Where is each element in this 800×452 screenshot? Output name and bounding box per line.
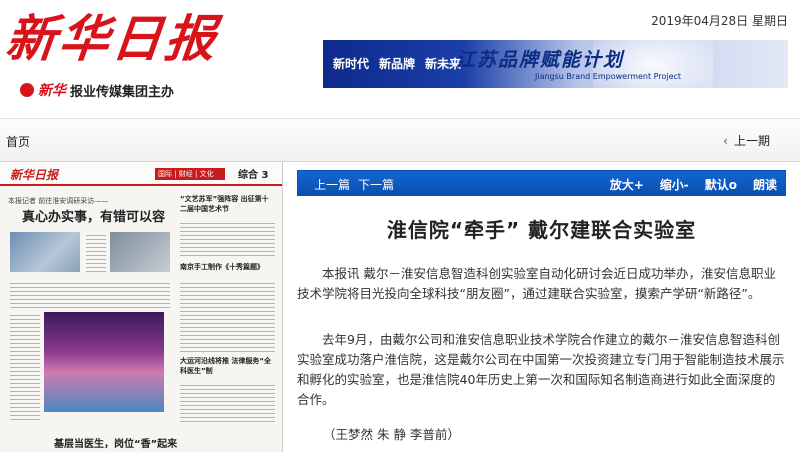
reading-tools: 放大+ 缩小- 默认o 朗读 [610,176,777,193]
nav-bar: 首页 ‹ 上一期 [0,118,800,162]
publisher-badge-icon [20,83,34,97]
banner-slogan-2: 新品牌 [379,57,416,71]
page-photo-3 [110,232,170,272]
text-column [86,232,106,272]
article-paragraph-1: 本报讯 戴尔－淮安信息智造科创实验室自动化研讨会近日成功举办，淮安信息职业技术学… [297,266,776,301]
page-kicker: 本报记者 前往淮安调研采访—— [8,197,109,205]
page-title-b[interactable]: 南京手工制作《十秀篇题》 [180,262,275,272]
publisher-mark: 新华 [38,83,66,99]
zoom-out-button[interactable]: 缩小- [660,176,689,193]
page-logo: 新华日报 [10,168,59,182]
text-column [180,382,275,422]
home-link[interactable]: 首页 [6,133,30,150]
banner-english: Jiangsu Brand Empowerment Project [535,72,682,81]
prev-issue-label: 上一期 [733,134,770,148]
banner-slogans: 新时代 新品牌 新未来 [333,55,461,72]
brand-banner[interactable]: 新时代 新品牌 新未来 江苏品牌赋能计划 Jiangsu Brand Empow… [323,40,788,88]
text-column [180,280,275,352]
newspaper-logo[interactable]: 新华日报 [2,4,221,74]
article-toolbar: 上一篇 下一篇 放大+ 缩小- 默认o 朗读 [297,170,786,196]
page-section-tag: 国际 | 财经 | 文化 [155,168,225,180]
article-panel: 上一篇 下一篇 放大+ 缩小- 默认o 朗读 淮信院“牵手” 戴尔建联合实验室 … [283,162,800,452]
article-paragraph-2: 去年9月，由戴尔公司和淮安信息职业技术学院合作建立的戴尔－淮安信息智造科创实验室… [297,332,785,407]
text-column [10,280,170,308]
article-title: 淮信院“牵手” 戴尔建联合实验室 [386,218,697,242]
page-bottom-headline[interactable]: 基层当医生，岗位“香”起来 [54,435,177,450]
article-byline: （王梦然 朱 静 李普前） [323,427,460,442]
page-header: 新华日报 国际 | 财经 | 文化 综合 3 [0,162,282,186]
page-headline[interactable]: 真心办实事，有错可以容 [22,206,165,225]
zoom-in-button[interactable]: 放大+ [610,176,644,193]
chevron-left-icon: ‹ [723,133,728,148]
text-column [10,312,40,422]
site-header: 新华日报 新华 报业传媒集团主办 2019年04月28日 星期日 新时代 新品牌… [0,0,800,118]
page-photo-2 [44,312,164,412]
page-number: 综合 3 [238,170,269,181]
article-nav: 上一篇 下一篇 [314,176,394,193]
default-size-button[interactable]: 默认o [705,176,737,193]
page-title-c[interactable]: 大运河沿线将推 法律服务“全科医生”制 [180,356,275,376]
publisher-text: 报业传媒集团主办 [70,84,175,100]
prev-article-link[interactable]: 上一篇 [314,176,350,193]
publisher-line: 新华 报业传媒集团主办 [20,80,174,100]
banner-title: 江苏品牌赋能计划 [456,49,625,71]
prev-issue-link[interactable]: ‹ 上一期 [723,132,770,149]
text-column [180,220,275,258]
newspaper-page-preview[interactable]: 新华日报 国际 | 财经 | 文化 综合 3 本报记者 前往淮安调研采访—— 真… [0,162,283,452]
read-aloud-button[interactable]: 朗读 [753,176,777,193]
banner-slogan-1: 新时代 [333,57,370,71]
issue-date: 2019年04月28日 星期日 [651,14,788,28]
page-photo-1 [10,232,80,272]
next-article-link[interactable]: 下一篇 [358,176,394,193]
page-title-a[interactable]: “文艺苏军”强阵容 出征第十二届中国艺术节 [180,194,275,214]
